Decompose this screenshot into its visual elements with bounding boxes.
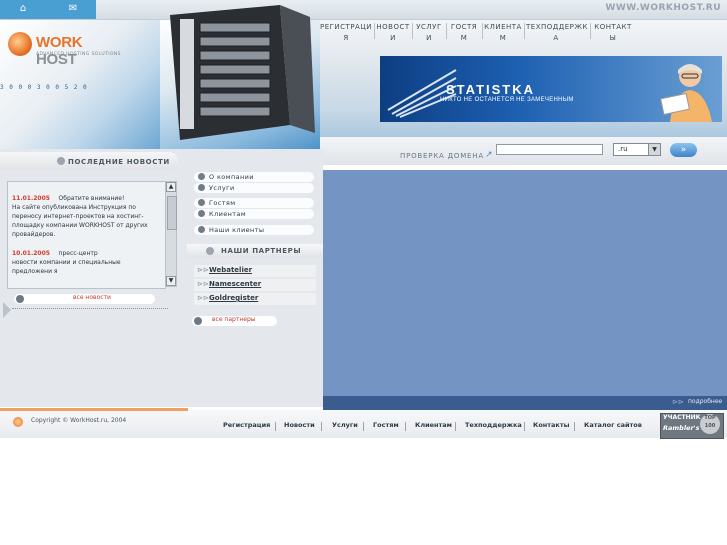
statistka-banner[interactable]: STATISTKA НИКТО НЕ ОСТАНЕТСЯ НЕ ЗАМЕЧЕНН… (380, 56, 722, 122)
triangle-decoration (3, 302, 11, 318)
double-arrow-icon: ⊳⊳ (672, 398, 684, 406)
menu-label-clients: Клиентам (209, 210, 247, 218)
rambler-label: УЧАСТНИК (663, 414, 701, 421)
all-partners-label[interactable]: все партнеры (212, 316, 256, 323)
banner-subtitle: НИКТО НЕ ОСТАНЕТСЯ НЕ ЗАМЕЧЕННЫМ (440, 97, 574, 103)
domain-input[interactable] (496, 144, 603, 155)
scroll-thumb[interactable] (167, 196, 177, 230)
double-arrow-icon: ⊳⊳ (197, 266, 209, 274)
main-navigation: РЕГИСТРАЦИ Я НОВОСТ И УСЛУГ И ГОСТЯ М КЛИЕНТ… (318, 19, 727, 43)
server-rack-image (170, 5, 315, 140)
footer-link-registration[interactable]: Регистрация (223, 421, 270, 429)
logo-small-icon (13, 417, 23, 427)
double-arrow-icon: ⊳⊳ (197, 280, 209, 288)
double-arrow-icon: ⊳⊳ (197, 294, 209, 302)
partners-heading: НАШИ ПАРТНЕРЫ (221, 247, 302, 255)
nav-support[interactable]: ТЕХПОДДЕРЖК А (526, 22, 587, 44)
bullet-icon (198, 199, 205, 206)
home-icon[interactable]: ⌂ (16, 3, 30, 15)
partner-link-webatelier[interactable]: Webatelier (209, 266, 252, 274)
bullet-icon (198, 210, 205, 217)
domain-check-label: ПРОВЕРКА ДОМЕНА (400, 152, 484, 160)
menu-label-services: Услуги (209, 184, 235, 192)
partner-link-goldregister[interactable]: Goldregister (209, 294, 258, 302)
site-url: WWW.WORKHOST.RU (605, 3, 721, 13)
all-news-label[interactable]: все новости (73, 294, 111, 301)
more-link[interactable]: подробнее (688, 398, 722, 405)
copyright: Copyright © WorkHost.ru, 2004 (31, 417, 127, 424)
footer-link-clients[interactable]: Клиентам (415, 421, 452, 429)
footer-link-news[interactable]: Новости (284, 421, 315, 429)
banner-person-image (660, 64, 712, 122)
divider (12, 308, 168, 309)
footer-link-support[interactable]: Техподдержка (465, 421, 522, 429)
nav-clients[interactable]: КЛИЕНТА М (484, 22, 522, 44)
bullet-icon (194, 317, 202, 325)
mail-icon[interactable]: ✉ (66, 3, 80, 15)
chevron-down-icon: ▼ (648, 144, 660, 155)
news-title: Обратите внимание! (58, 195, 125, 202)
arrow-icon: ↗ (485, 150, 493, 160)
nav-news[interactable]: НОВОСТ И (376, 22, 410, 44)
main-content-footer (323, 396, 727, 410)
decorative-digits: 3 0 0 0 3 0 0 5 2 0 (0, 84, 88, 91)
rambler-brand: Rambler's (663, 424, 700, 432)
main-content-area (323, 170, 727, 396)
nav-registration[interactable]: РЕГИСТРАЦИ Я (320, 22, 372, 44)
logo-swirl-icon (8, 32, 32, 56)
bullet-icon (198, 184, 205, 191)
news-date: 10.01.2005 (12, 250, 50, 257)
news-body: новости компании и специальные предложен… (12, 259, 121, 275)
scroll-up-icon[interactable]: ▲ (166, 182, 176, 192)
nav-services[interactable]: УСЛУГ И (414, 22, 444, 44)
bullet-icon (198, 173, 205, 180)
scroll-down-icon[interactable]: ▼ (166, 276, 176, 286)
logo[interactable]: WORK HOST ADVANCED HOSTING SOLUTIONS (8, 30, 123, 68)
partners-heading-icon (206, 247, 214, 255)
footer-navigation: Регистрация Новости Услуги Гостям Клиент… (215, 421, 645, 433)
domain-zone-select[interactable]: .ru ▼ (613, 143, 661, 156)
menu-label-our-clients: Наши клиенты (209, 226, 265, 234)
footer-link-catalog[interactable]: Каталог сайтов (584, 421, 642, 429)
rambler-top100-badge: TOP 100 (700, 414, 720, 434)
top-icons-bar: ⌂ ✉ (0, 0, 96, 19)
bullet-icon (198, 226, 205, 233)
footer-link-contacts[interactable]: Контакты (533, 421, 569, 429)
bullet-icon (16, 295, 24, 303)
news-date: 11.01.2005 (12, 195, 50, 202)
footer-accent-line (0, 408, 188, 411)
domain-check-button[interactable]: » (670, 143, 697, 157)
news-heading: ПОСЛЕДНИЕ НОВОСТИ (68, 158, 170, 166)
news-list: 11.01.2005 Обратите внимание! На сайте о… (7, 181, 166, 289)
news-heading-icon (57, 157, 65, 165)
nav-contacts[interactable]: КОНТАКТ Ы (593, 22, 633, 44)
footer-link-services[interactable]: Услуги (332, 421, 358, 429)
logo-word-work: WORK (36, 34, 83, 51)
nav-guests[interactable]: ГОСТЯ М (448, 22, 480, 44)
news-title: пресс-центр (58, 250, 98, 257)
banner-title: STATISTKA (446, 82, 536, 97)
news-item[interactable]: 10.01.2005 пресс-центр новости компании … (12, 248, 162, 276)
domain-zone-value: .ru (618, 145, 628, 153)
footer-link-guests[interactable]: Гостям (373, 421, 399, 429)
logo-tagline: ADVANCED HOSTING SOLUTIONS (36, 52, 121, 57)
partner-link-namescenter[interactable]: Namescenter (209, 280, 261, 288)
news-scrollbar[interactable]: ▲ ▼ (165, 181, 177, 287)
menu-label-guests: Гостям (209, 199, 236, 207)
news-body: На сайте опубликована Инструкция по пере… (12, 204, 148, 238)
news-item[interactable]: 11.01.2005 Обратите внимание! На сайте о… (12, 193, 162, 239)
menu-label-about: О компании (209, 173, 254, 181)
